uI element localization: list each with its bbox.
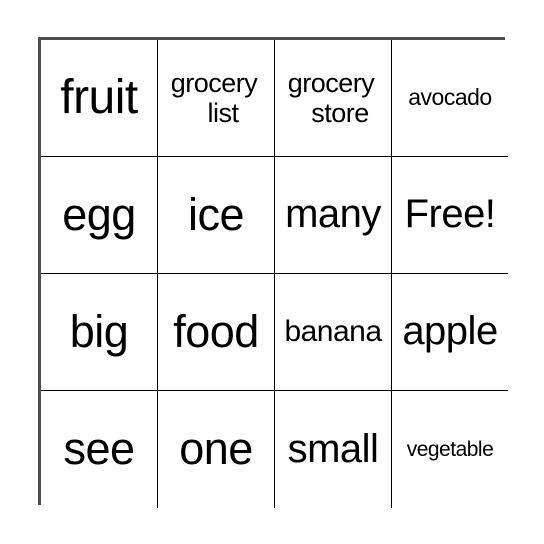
bingo-cell-label: apple <box>402 309 498 354</box>
bingo-cell-label: ice <box>187 188 245 240</box>
bingo-cell-label: fruit <box>60 71 138 125</box>
bingo-cell-free-space[interactable]: Free! <box>392 157 508 274</box>
bingo-card-grid: fruit grocery list grocery store avocado e… <box>38 37 508 508</box>
bingo-cell-r2c1[interactable]: egg <box>41 157 158 274</box>
bingo-cell-r1c1[interactable]: fruit <box>41 40 158 157</box>
bingo-cell-label: grocery list <box>160 68 272 128</box>
bingo-cell-label: many <box>285 192 381 237</box>
bingo-cell-label: egg <box>62 188 136 240</box>
bingo-cell-r3c2[interactable]: food <box>158 274 275 391</box>
bingo-cell-label: vegetable <box>406 437 494 461</box>
bingo-cell-r4c1[interactable]: see <box>41 391 158 508</box>
bingo-cell-r2c3[interactable]: many <box>275 157 392 274</box>
bingo-cell-line-2: store <box>311 98 369 128</box>
bingo-cell-r1c2[interactable]: grocery list <box>158 40 275 157</box>
bingo-cell-r4c3[interactable]: small <box>275 391 392 508</box>
bingo-cell-label: big <box>69 305 129 357</box>
bingo-cell-line-1: grocery <box>170 67 258 98</box>
bingo-cell-r3c3[interactable]: banana <box>275 274 392 391</box>
bingo-cell-r1c4[interactable]: avocado <box>392 40 508 157</box>
bingo-cell-r4c4[interactable]: vegetable <box>392 391 508 508</box>
bingo-cell-label: grocery store <box>277 68 389 128</box>
bingo-cell-label: one <box>179 423 253 475</box>
bingo-cell-label: Free! <box>404 192 496 237</box>
bingo-cell-label: banana <box>284 315 382 349</box>
bingo-cell-label: small <box>287 426 379 471</box>
bingo-cell-line-2: list <box>207 98 240 128</box>
bingo-cell-r1c3[interactable]: grocery store <box>275 40 392 157</box>
bingo-cell-r3c1[interactable]: big <box>41 274 158 391</box>
bingo-cell-r4c2[interactable]: one <box>158 391 275 508</box>
bingo-cell-r2c2[interactable]: ice <box>158 157 275 274</box>
bingo-cell-label: see <box>63 423 135 475</box>
bingo-cell-r3c4[interactable]: apple <box>392 274 508 391</box>
bingo-cell-label: food <box>173 305 259 357</box>
bingo-cell-label: avocado <box>408 84 492 111</box>
bingo-cell-line-1: grocery <box>287 67 375 98</box>
